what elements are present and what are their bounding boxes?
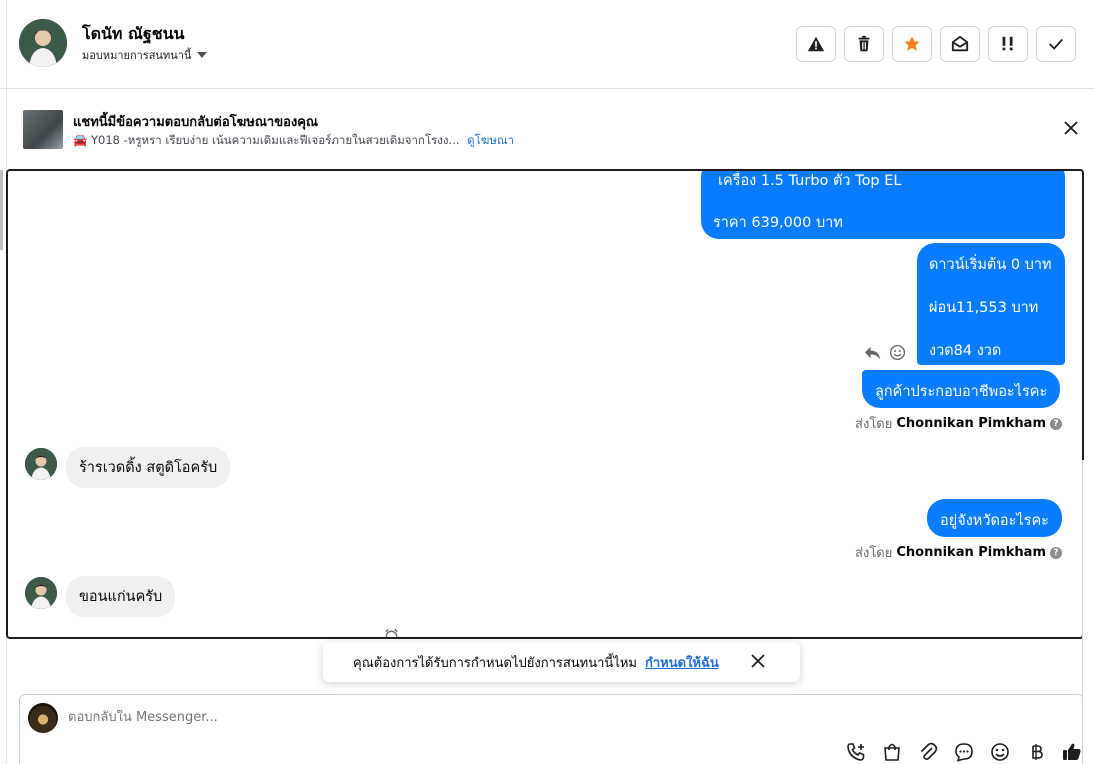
baht-icon bbox=[1032, 744, 1043, 760]
ad-banner-title: แชทนี้มีข้อความตอบกลับต่อโฆษณาของคุณ bbox=[73, 115, 318, 130]
scrollbar-thumb[interactable] bbox=[0, 170, 3, 250]
message-bubble-outgoing[interactable]: อยู่จังหวัดอะไรคะ bbox=[927, 499, 1062, 537]
message-bubble-incoming[interactable]: ขอนแก่นครับ bbox=[66, 576, 176, 617]
star-button[interactable] bbox=[892, 26, 932, 62]
assign-dropdown[interactable]: มอบหมายการสนทนานี้ bbox=[82, 46, 208, 64]
ad-description: 🚘 Y018 -หรูหรา เรียบง่าย เน้นความเดิมและ… bbox=[73, 133, 460, 147]
message-bubble-outgoing[interactable]: ดาวน์เริ่มต้น 0 บาท ผ่อน11,553 บาท งวด84… bbox=[917, 243, 1065, 365]
conversation-header: โดนัท ณัฐชนน มอบหมายการสนทนานี้ bbox=[0, 0, 1094, 89]
message-thread[interactable]: เครื่อง 1.5 Turbo ตัว Top EL ราคา 639,00… bbox=[6, 169, 1084, 639]
call-button[interactable] bbox=[845, 741, 867, 763]
trash-icon bbox=[858, 35, 870, 52]
right-panel-edge bbox=[1082, 460, 1094, 764]
message-text: ดาวน์เริ่มต้น 0 บาท bbox=[929, 257, 1052, 273]
message-text: งวด84 งวด bbox=[929, 343, 1002, 359]
message-text: ราคา 639,000 บาท bbox=[713, 215, 843, 231]
view-ad-link[interactable]: ดูโฆษณา bbox=[467, 133, 514, 147]
follow-up-button[interactable] bbox=[988, 26, 1028, 62]
assign-prompt-toast: คุณต้องการได้รับการกำหนดไปยังการสนทนานี้… bbox=[323, 642, 800, 682]
warning-icon bbox=[807, 36, 825, 52]
message-text: ผ่อน11,553 บาท bbox=[929, 300, 1039, 316]
sent-by-label: ส่งโดย Chonnikan Pimkham ? bbox=[855, 413, 1062, 434]
smiley-icon[interactable] bbox=[889, 344, 906, 361]
message-text: เครื่อง 1.5 Turbo ตัว Top EL bbox=[718, 173, 902, 189]
shopping-bag-icon bbox=[884, 743, 900, 761]
phone-plus-icon bbox=[847, 743, 865, 761]
chevron-down-icon bbox=[197, 52, 208, 58]
close-icon[interactable] bbox=[1062, 119, 1080, 137]
checkmark-icon bbox=[1049, 38, 1063, 50]
exclamation-icon bbox=[1002, 36, 1013, 51]
paperclip-icon bbox=[920, 742, 938, 760]
reply-icon[interactable] bbox=[864, 344, 881, 361]
message-bubble-outgoing[interactable]: เครื่อง 1.5 Turbo ตัว Top EL ราคา 639,00… bbox=[701, 171, 1065, 239]
star-icon bbox=[904, 36, 920, 51]
mark-unread-button[interactable] bbox=[940, 26, 980, 62]
assign-prompt-text: คุณต้องการได้รับการกำหนดไปยังการสนทนานี้… bbox=[353, 655, 637, 671]
delete-button[interactable] bbox=[844, 26, 884, 62]
chat-bubble-icon bbox=[955, 743, 973, 762]
avatar[interactable] bbox=[25, 577, 57, 609]
saved-replies-button[interactable] bbox=[953, 741, 975, 763]
message-composer bbox=[19, 694, 1084, 764]
ad-reply-banner: แชทนี้มีข้อความตอบกลับต่อโฆษณาของคุณ 🚘 Y… bbox=[7, 89, 1094, 169]
envelope-open-icon bbox=[951, 35, 969, 52]
sender-name: Chonnikan Pimkham bbox=[896, 545, 1046, 560]
sender-name: Chonnikan Pimkham bbox=[896, 416, 1046, 431]
thumbs-up-icon bbox=[1063, 743, 1081, 760]
ad-banner-subtitle: 🚘 Y018 -หรูหรา เรียบง่าย เน้นความเดิมและ… bbox=[73, 132, 514, 150]
emoji-button[interactable] bbox=[989, 741, 1011, 763]
sent-by-label: ส่งโดย Chonnikan Pimkham ? bbox=[855, 542, 1062, 563]
message-bubble-outgoing[interactable]: ลูกค้าประกอบอาชีพอะไรคะ bbox=[862, 370, 1061, 408]
sent-by-prefix: ส่งโดย bbox=[855, 546, 893, 561]
composer-toolbar bbox=[845, 741, 1083, 763]
help-icon[interactable]: ? bbox=[1050, 546, 1062, 559]
attach-button[interactable] bbox=[917, 741, 939, 763]
like-button[interactable] bbox=[1061, 741, 1083, 763]
assign-label: มอบหมายการสนทนานี้ bbox=[82, 49, 192, 62]
done-button[interactable] bbox=[1036, 26, 1076, 62]
system-notice bbox=[384, 628, 399, 637]
alarm-icon bbox=[385, 628, 398, 637]
help-icon[interactable]: ? bbox=[1050, 417, 1062, 430]
payment-button[interactable] bbox=[1025, 741, 1047, 763]
close-icon[interactable] bbox=[750, 653, 766, 669]
ad-thumbnail[interactable] bbox=[23, 110, 63, 149]
page-avatar bbox=[28, 703, 58, 733]
assign-to-me-link[interactable]: กำหนดให้ฉัน bbox=[645, 652, 719, 673]
shop-button[interactable] bbox=[881, 741, 903, 763]
reply-input[interactable] bbox=[68, 710, 768, 725]
smiley-icon bbox=[991, 743, 1009, 761]
report-button[interactable] bbox=[796, 26, 836, 62]
message-bubble-incoming[interactable]: ร้ารเวดดิ้ง สตูดิโอครับ bbox=[66, 447, 231, 488]
avatar[interactable] bbox=[25, 448, 57, 480]
message-actions bbox=[864, 344, 906, 361]
avatar[interactable] bbox=[19, 19, 67, 67]
contact-name: โดนัท ณัฐชนน bbox=[82, 24, 185, 43]
sent-by-prefix: ส่งโดย bbox=[855, 417, 893, 432]
header-actions bbox=[796, 26, 1076, 62]
